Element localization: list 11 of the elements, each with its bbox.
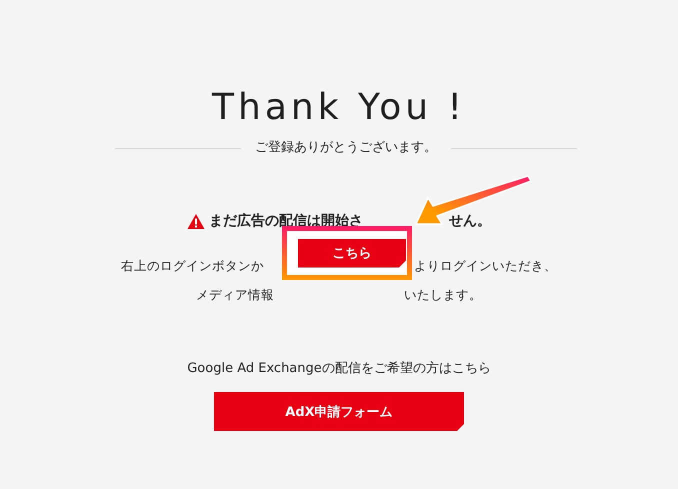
body-text: いたします。 bbox=[404, 286, 482, 304]
adx-form-button[interactable]: AdX申請フォーム bbox=[214, 392, 464, 431]
subtitle: ご登録ありがとうございます。 bbox=[255, 139, 437, 157]
here-button[interactable]: こちら bbox=[298, 238, 406, 268]
body-text: 右上のログインボタンか bbox=[121, 257, 264, 275]
adx-text: Google Ad Exchangeの配信をご希望の方はこちら bbox=[187, 360, 491, 378]
body-text: よりログインいただき、 bbox=[414, 257, 557, 275]
page-title: Thank You ! bbox=[210, 86, 467, 130]
body-text: メディア情報 bbox=[196, 286, 274, 304]
warning-icon bbox=[187, 212, 205, 230]
warning-text: せん。 bbox=[449, 212, 491, 231]
